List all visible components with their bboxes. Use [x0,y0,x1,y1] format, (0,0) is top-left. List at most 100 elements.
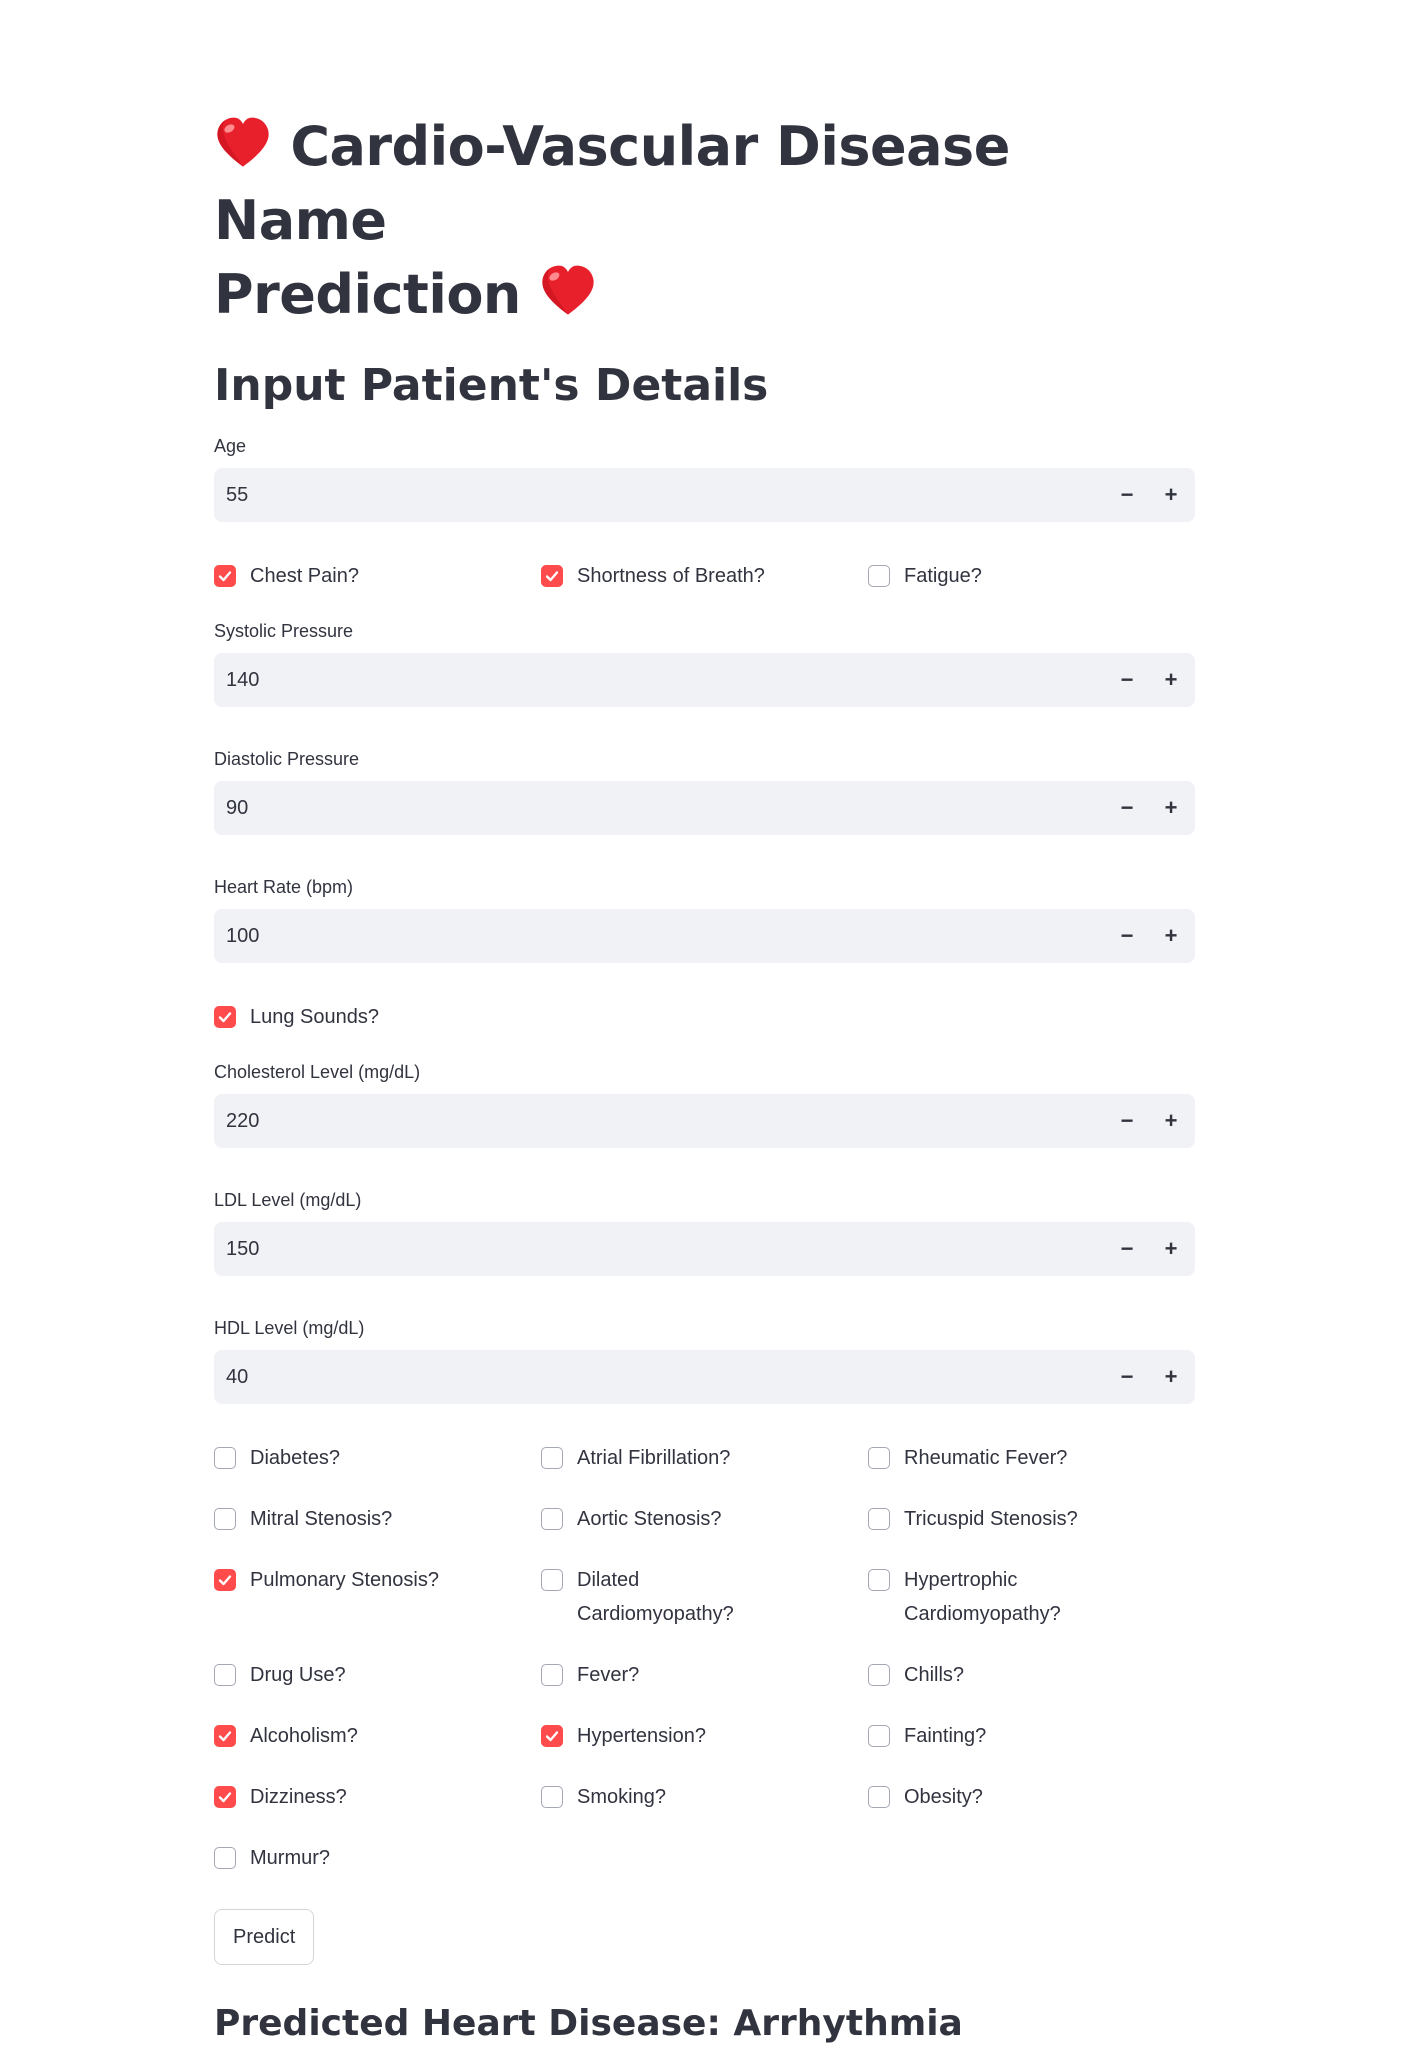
checkbox-label: Chest Pain? [250,565,359,587]
checkbox-box[interactable] [541,565,563,587]
checkbox-label: Lung Sounds? [250,1006,380,1028]
checkbox-label: Tricuspid Stenosis? [904,1508,1078,1530]
checkbox-box[interactable] [868,565,890,587]
hdl-input[interactable]: 40 − + [214,1350,1195,1404]
checkbox-box[interactable] [541,1447,563,1469]
checkbox-box[interactable] [868,1664,890,1686]
pulmonary-stenosis-checkbox[interactable]: Pulmonary Stenosis? [214,1566,541,1631]
drug-use-checkbox[interactable]: Drug Use? [214,1661,541,1692]
fever-checkbox[interactable]: Fever? [541,1661,868,1692]
checkmark-icon [218,1012,232,1023]
diabetes-checkbox[interactable]: Diabetes? [214,1444,541,1475]
checkbox-label: Fever? [577,1664,640,1686]
checkbox-row: Dizziness? Smoking? Obesity? [214,1783,1195,1814]
systolic-label: Systolic Pressure [214,621,354,641]
increment-button[interactable]: + [1149,1222,1193,1276]
checkbox-box[interactable] [868,1447,890,1469]
tricuspid-stenosis-checkbox[interactable]: Tricuspid Stenosis? [868,1505,1195,1536]
checkbox-box[interactable] [868,1725,890,1747]
decrement-button[interactable]: − [1105,781,1149,835]
fatigue-checkbox[interactable]: Fatigue? [868,562,1195,593]
alcoholism-checkbox[interactable]: Alcoholism? [214,1722,541,1753]
atrial-fibrillation-checkbox[interactable]: Atrial Fibrillation? [541,1444,868,1475]
systolic-input[interactable]: 140 − + [214,653,1195,707]
heart-rate-input[interactable]: 100 − + [214,909,1195,963]
increment-button[interactable]: + [1149,781,1193,835]
hdl-label: HDL Level (mg/dL) [214,1318,365,1338]
checkbox-box[interactable] [214,1786,236,1808]
cholesterol-label: Cholesterol Level (mg/dL) [214,1062,421,1082]
checkbox-box[interactable] [214,1006,236,1028]
fainting-checkbox[interactable]: Fainting? [868,1722,1195,1753]
checkbox-box[interactable] [214,565,236,587]
checkbox-box[interactable] [214,1725,236,1747]
dilated-cardiomyopathy-checkbox[interactable]: Dilated Cardiomyopathy? [541,1566,868,1631]
checkmark-icon [545,1731,559,1742]
heart-rate-label: Heart Rate (bpm) [214,877,354,897]
checkbox-row: Murmur? [214,1844,1195,1875]
checkbox-box[interactable] [214,1569,236,1591]
decrement-button[interactable]: − [1105,1222,1149,1276]
ldl-field: LDL Level (mg/dL) 150 − + [214,1188,1195,1276]
cholesterol-input[interactable]: 220 − + [214,1094,1195,1148]
increment-button[interactable]: + [1149,909,1193,963]
diastolic-field: Diastolic Pressure 90 − + [214,747,1195,835]
decrement-button[interactable]: − [1105,1350,1149,1404]
murmur-checkbox[interactable]: Murmur? [214,1844,549,1875]
checkbox-label: Pulmonary Stenosis? [250,1569,439,1591]
prediction-result: Predicted Heart Disease: Arrhythmia [214,2003,963,2044]
checkbox-box[interactable] [214,1508,236,1530]
heart-icon [539,263,597,319]
decrement-button[interactable]: − [1105,468,1149,522]
checkbox-box[interactable] [541,1725,563,1747]
dizziness-checkbox[interactable]: Dizziness? [214,1783,541,1814]
decrement-button[interactable]: − [1105,653,1149,707]
heart-rate-value[interactable]: 100 [214,925,1105,948]
smoking-checkbox[interactable]: Smoking? [541,1783,868,1814]
diastolic-value[interactable]: 90 [214,797,1105,820]
decrement-button[interactable]: − [1105,1094,1149,1148]
checkbox-box[interactable] [214,1847,236,1869]
checkbox-box[interactable] [868,1508,890,1530]
shortness-of-breath-checkbox[interactable]: Shortness of Breath? [541,562,868,593]
age-input[interactable]: 55 − + [214,468,1195,522]
systolic-value[interactable]: 140 [214,669,1105,692]
increment-button[interactable]: + [1149,1094,1193,1148]
checkbox-box[interactable] [541,1508,563,1530]
age-value[interactable]: 55 [214,484,1105,507]
checkbox-label: Drug Use? [250,1664,346,1686]
decrement-button[interactable]: − [1105,909,1149,963]
chills-checkbox[interactable]: Chills? [868,1661,1195,1692]
checkbox-box[interactable] [868,1569,890,1591]
checkbox-box[interactable] [214,1664,236,1686]
cholesterol-value[interactable]: 220 [214,1110,1105,1133]
heart-rate-field: Heart Rate (bpm) 100 − + [214,875,1195,963]
aortic-stenosis-checkbox[interactable]: Aortic Stenosis? [541,1505,868,1536]
checkbox-row: Chest Pain? Shortness of Breath? Fatigue… [214,562,1195,593]
chest-pain-checkbox[interactable]: Chest Pain? [214,562,541,593]
increment-button[interactable]: + [1149,468,1193,522]
lung-sounds-checkbox[interactable]: Lung Sounds? [214,1003,549,1034]
checkbox-box[interactable] [541,1786,563,1808]
checkbox-box[interactable] [541,1569,563,1591]
increment-button[interactable]: + [1149,653,1193,707]
hypertension-checkbox[interactable]: Hypertension? [541,1722,868,1753]
ldl-input[interactable]: 150 − + [214,1222,1195,1276]
predict-button[interactable]: Predict [214,1909,315,1965]
mitral-stenosis-checkbox[interactable]: Mitral Stenosis? [214,1505,541,1536]
increment-button[interactable]: + [1149,1350,1193,1404]
checkbox-row: Alcoholism? Hypertension? Fainting? [214,1722,1195,1753]
checkbox-box[interactable] [214,1447,236,1469]
checkbox-row: Mitral Stenosis? Aortic Stenosis? Tricus… [214,1505,1195,1536]
obesity-checkbox[interactable]: Obesity? [868,1783,1195,1814]
checkbox-label: Mitral Stenosis? [250,1508,393,1530]
checkbox-label: Murmur? [250,1847,331,1869]
ldl-value[interactable]: 150 [214,1238,1105,1261]
hdl-value[interactable]: 40 [214,1366,1105,1389]
title-text-line2: Prediction [214,263,521,326]
hypertrophic-cardiomyopathy-checkbox[interactable]: Hypertrophic Cardiomyopathy? [868,1566,1195,1631]
checkbox-box[interactable] [868,1786,890,1808]
rheumatic-fever-checkbox[interactable]: Rheumatic Fever? [868,1444,1195,1475]
diastolic-input[interactable]: 90 − + [214,781,1195,835]
checkbox-box[interactable] [541,1664,563,1686]
